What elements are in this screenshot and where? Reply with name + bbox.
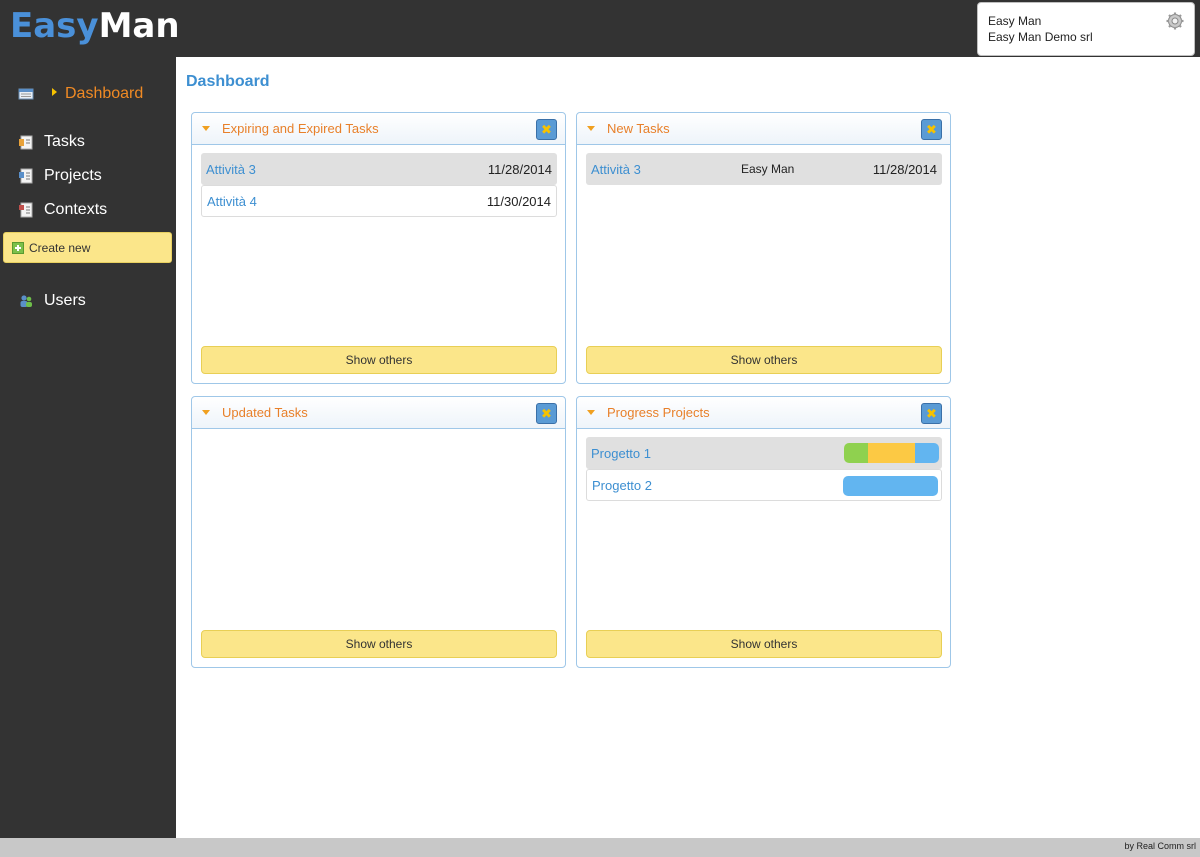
- close-icon: ✖: [926, 406, 937, 421]
- users-icon: [20, 295, 32, 307]
- top-bar: EasyMan Easy Man Easy Man Demo srl: [0, 0, 1200, 57]
- sidebar-item-label: Projects: [44, 167, 102, 184]
- panel-title: Progress Projects: [607, 405, 710, 420]
- active-caret-icon: [52, 88, 57, 96]
- table-row[interactable]: Attività 3 11/28/2014: [201, 153, 557, 185]
- task-date: 11/30/2014: [486, 193, 551, 209]
- collapse-caret-icon[interactable]: [587, 126, 595, 131]
- create-new-label: Create new: [29, 240, 91, 255]
- sidebar-item-label: Tasks: [44, 133, 85, 150]
- close-panel-button[interactable]: ✖: [921, 119, 942, 140]
- close-icon: ✖: [926, 122, 937, 137]
- tasks-icon: [19, 135, 33, 150]
- progress-segment: [843, 476, 938, 496]
- create-new-button[interactable]: Create new: [3, 232, 172, 263]
- project-list: Progetto 1 Progetto 2: [586, 437, 942, 501]
- progress-projects-panel: Progress Projects ✖ Progetto 1 Progetto …: [576, 396, 951, 668]
- close-panel-button[interactable]: ✖: [536, 119, 557, 140]
- logo-part-man: Man: [98, 6, 180, 46]
- task-list: Attività 3 11/28/2014 Attività 4 11/30/2…: [201, 153, 557, 217]
- panel-title: Updated Tasks: [222, 405, 308, 420]
- panel-header[interactable]: Updated Tasks ✖: [192, 397, 565, 429]
- user-company: Easy Man Demo srl: [988, 30, 1093, 44]
- sidebar-item-tasks[interactable]: Tasks: [18, 130, 85, 154]
- dashboard-icon: [18, 88, 34, 100]
- task-link[interactable]: Attività 3: [206, 162, 256, 177]
- task-owner: Easy Man: [741, 162, 795, 176]
- project-link[interactable]: Progetto 2: [592, 478, 652, 493]
- close-panel-button[interactable]: ✖: [536, 403, 557, 424]
- page-title: Dashboard: [186, 73, 270, 90]
- task-link[interactable]: Attività 4: [207, 194, 257, 209]
- show-others-button[interactable]: Show others: [201, 346, 557, 374]
- collapse-caret-icon[interactable]: [587, 410, 595, 415]
- user-name: Easy Man: [988, 14, 1042, 28]
- table-row[interactable]: Progetto 2: [586, 469, 942, 501]
- panel-title: New Tasks: [607, 121, 670, 136]
- updated-tasks-panel: Updated Tasks ✖ Show others: [191, 396, 566, 668]
- app-logo[interactable]: EasyMan: [10, 4, 180, 48]
- sidebar-item-label: Users: [44, 292, 86, 309]
- progress-bar: [843, 476, 938, 496]
- panel-header[interactable]: New Tasks ✖: [577, 113, 950, 145]
- show-others-button[interactable]: Show others: [586, 630, 942, 658]
- progress-segment: [867, 443, 916, 463]
- task-link[interactable]: Attività 3: [591, 162, 641, 177]
- table-row[interactable]: Attività 3 Easy Man 11/28/2014: [586, 153, 942, 185]
- sidebar-item-dashboard[interactable]: Dashboard: [18, 82, 143, 106]
- project-link[interactable]: Progetto 1: [591, 446, 651, 461]
- task-list: Attività 3 Easy Man 11/28/2014: [586, 153, 942, 185]
- panel-title: Expiring and Expired Tasks: [222, 121, 379, 136]
- progress-bar: [844, 443, 939, 463]
- expiring-tasks-panel: Expiring and Expired Tasks ✖ Attività 3 …: [191, 112, 566, 384]
- close-icon: ✖: [541, 122, 552, 137]
- progress-segment: [844, 443, 868, 463]
- plus-icon: [12, 241, 24, 254]
- sidebar: Dashboard Tasks Projects Contexts Create…: [0, 57, 176, 838]
- close-panel-button[interactable]: ✖: [921, 403, 942, 424]
- sidebar-item-label: Dashboard: [65, 85, 144, 102]
- new-tasks-panel: New Tasks ✖ Attività 3 Easy Man 11/28/20…: [576, 112, 951, 384]
- collapse-caret-icon[interactable]: [202, 410, 210, 415]
- close-icon: ✖: [541, 406, 552, 421]
- table-row[interactable]: Progetto 1: [586, 437, 942, 469]
- sidebar-item-users[interactable]: Users: [18, 289, 86, 313]
- collapse-caret-icon[interactable]: [202, 126, 210, 131]
- contexts-icon: [19, 202, 33, 218]
- logo-part-easy: Easy: [10, 6, 99, 46]
- progress-segment: [915, 443, 939, 463]
- show-others-button[interactable]: Show others: [586, 346, 942, 374]
- user-box: Easy Man Easy Man Demo srl: [977, 2, 1195, 56]
- gear-icon[interactable]: [1166, 12, 1184, 30]
- show-others-button[interactable]: Show others: [201, 630, 557, 658]
- task-date: 11/28/2014: [487, 161, 552, 177]
- sidebar-item-projects[interactable]: Projects: [18, 164, 102, 188]
- task-date: 11/28/2014: [872, 161, 937, 177]
- sidebar-item-contexts[interactable]: Contexts: [18, 198, 107, 222]
- projects-icon: [19, 168, 33, 184]
- footer-credit: by Real Comm srl: [1124, 841, 1196, 851]
- footer: by Real Comm srl: [0, 838, 1200, 857]
- table-row[interactable]: Attività 4 11/30/2014: [201, 185, 557, 217]
- sidebar-item-label: Contexts: [44, 201, 108, 218]
- panel-header[interactable]: Progress Projects ✖: [577, 397, 950, 429]
- panel-header[interactable]: Expiring and Expired Tasks ✖: [192, 113, 565, 145]
